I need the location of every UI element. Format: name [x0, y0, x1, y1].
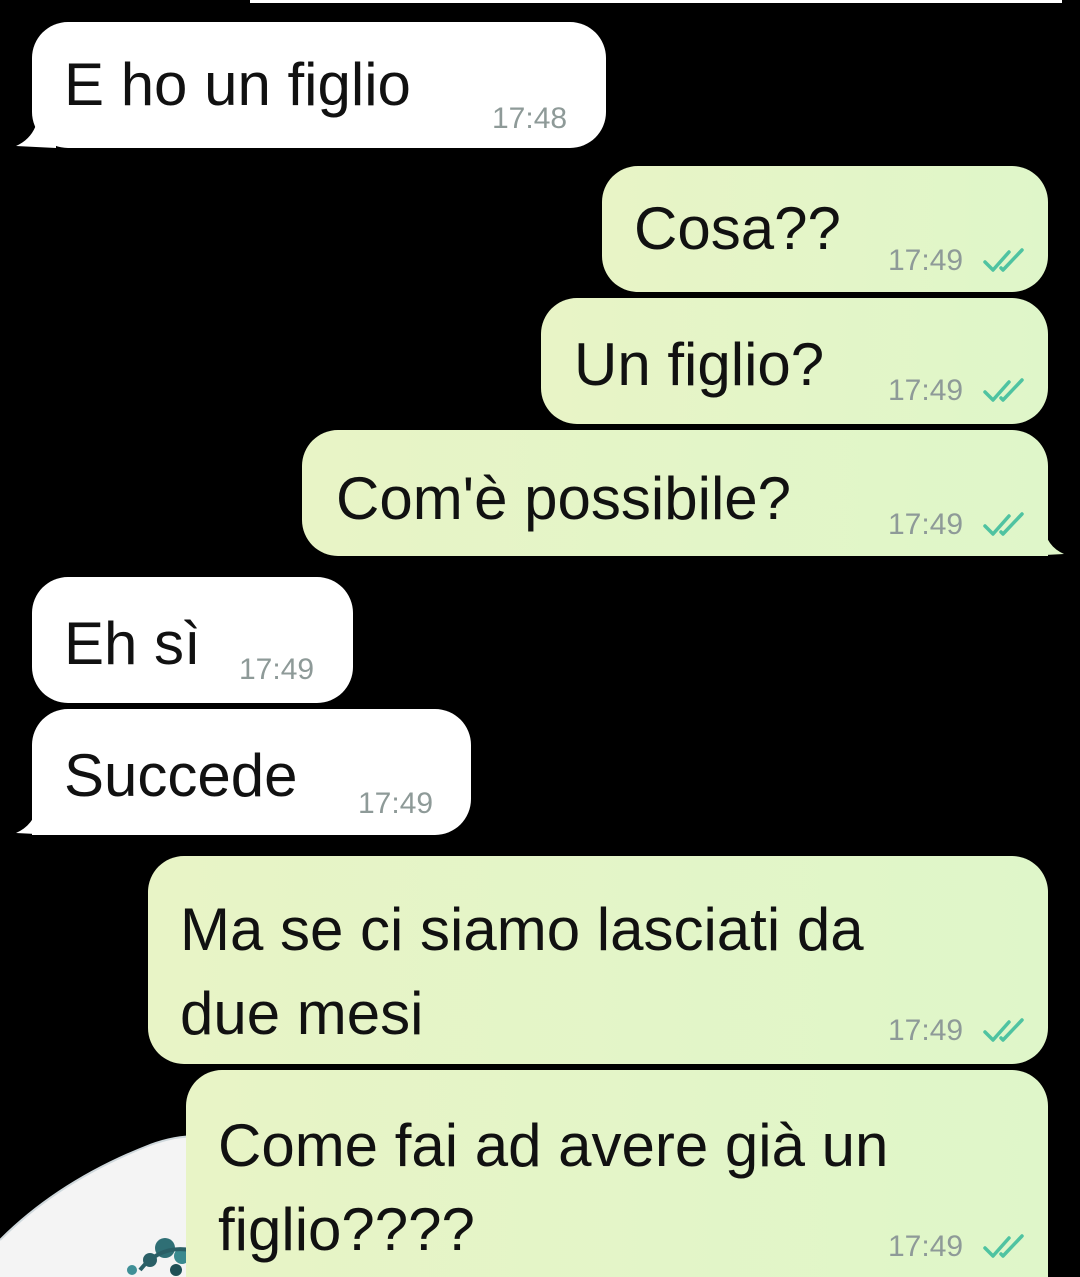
message-text: Un figlio?: [574, 331, 825, 398]
message-text: Come fai ad avere già un figlio????: [218, 1112, 889, 1263]
message-time: 17:49: [239, 653, 315, 686]
double-check-icon: [983, 378, 1024, 402]
message-time: 17:48: [492, 102, 568, 135]
message-outgoing[interactable]: Com'è possibile? 17:49: [302, 430, 1048, 556]
message-outgoing[interactable]: Un figlio? 17:49: [541, 298, 1048, 424]
message-incoming[interactable]: Eh sì 17:49: [32, 577, 353, 703]
message-incoming[interactable]: E ho un figlio 17:48: [32, 22, 606, 148]
double-check-icon: [983, 1018, 1024, 1042]
top-divider: [250, 0, 1062, 3]
message-time: 17:49: [888, 1230, 964, 1263]
double-check-icon: [983, 1234, 1024, 1258]
message-time: 17:49: [888, 508, 964, 541]
message-text: Com'è possibile?: [336, 465, 792, 532]
message-outgoing[interactable]: Cosa?? 17:49: [602, 166, 1048, 292]
message-outgoing[interactable]: Come fai ad avere già un figlio???? 17:4…: [186, 1070, 1048, 1277]
double-check-icon: [983, 248, 1024, 272]
message-time: 17:49: [358, 787, 434, 820]
message-time: 17:49: [888, 1014, 964, 1047]
bubble-tail: [16, 805, 56, 835]
bubble-tail: [16, 118, 56, 148]
message-text: Succede: [64, 742, 298, 809]
bubble-tail: [1026, 526, 1064, 556]
double-check-icon: [983, 512, 1024, 536]
message-text: E ho un figlio: [64, 51, 411, 118]
message-text: Cosa??: [634, 195, 841, 262]
message-time: 17:49: [888, 374, 964, 407]
message-text: Eh sì: [64, 610, 201, 677]
message-text: Ma se ci siamo lasciati da due mesi: [180, 896, 864, 1047]
message-incoming[interactable]: Succede 17:49: [32, 709, 471, 835]
message-outgoing[interactable]: Ma se ci siamo lasciati da due mesi 17:4…: [148, 856, 1048, 1064]
message-time: 17:49: [888, 244, 964, 277]
